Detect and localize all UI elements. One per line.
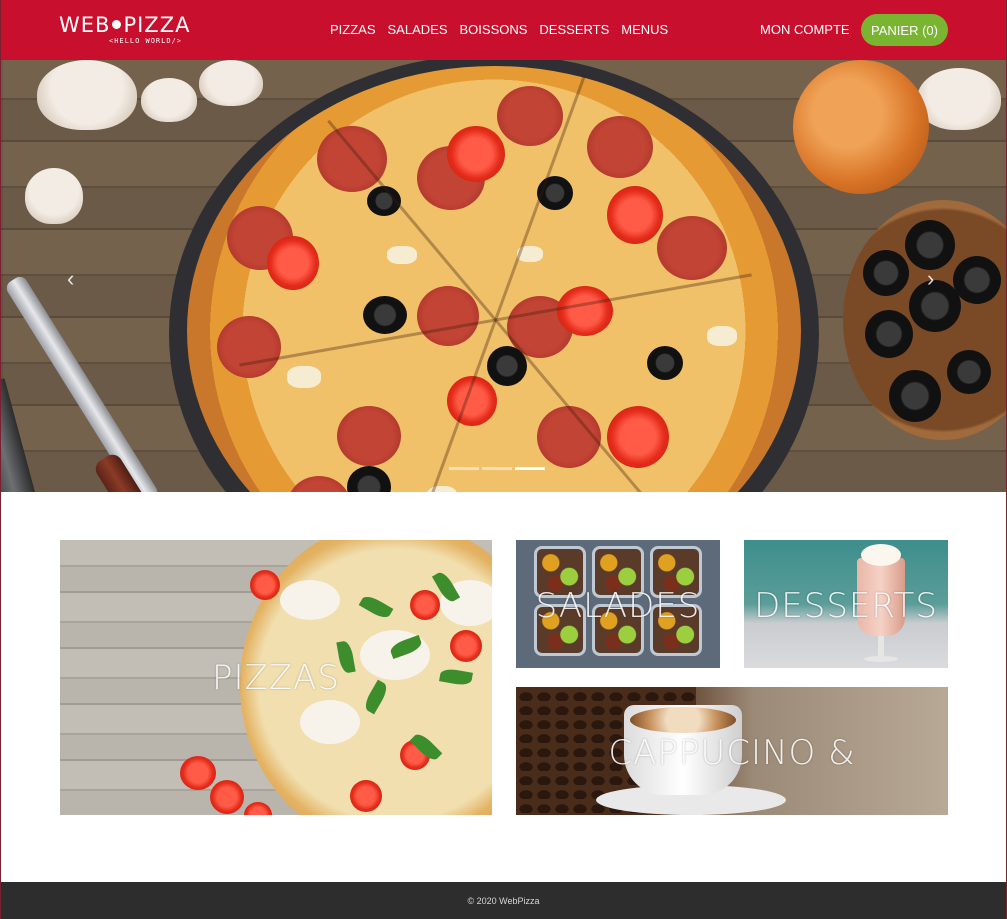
logo-wordmark: WEB PIZZA [59,13,191,37]
category-tile-desserts[interactable]: DESSERTS [744,540,948,668]
category-label-desserts: DESSERTS [754,586,938,626]
logo-tagline: <HELLO WORLD/> [109,37,183,45]
olive-bowl-image [843,200,1006,440]
logo-dot-icon [112,20,122,29]
hero-carousel: ‹ › [1,60,1006,492]
knife-image [1,378,57,492]
nav-item-salades[interactable]: SALADES [388,22,448,37]
logo[interactable]: WEB PIZZA <HELLO WORLD/> [59,13,199,47]
carousel-indicator[interactable] [482,467,512,470]
chevron-left-icon[interactable]: ‹ [67,266,74,292]
mushroom-image [199,60,263,106]
nav-item-menus[interactable]: MENUS [621,22,668,37]
mushroom-image [37,60,137,130]
carousel-indicators [449,467,545,470]
nav-item-desserts[interactable]: DESSERTS [539,22,609,37]
onion-image [793,60,929,194]
category-tile-pizzas[interactable]: PIZZAS [60,540,492,815]
cart-button[interactable]: PANIER (0) [861,14,948,46]
category-label-pizzas: PIZZAS [212,658,340,698]
account-link[interactable]: MON COMPTE [760,22,850,37]
site-header: WEB PIZZA <HELLO WORLD/> PIZZAS SALADES B… [1,0,1006,60]
chevron-right-icon[interactable]: › [927,266,934,292]
category-tile-salades[interactable]: SALADES [516,540,720,668]
mushroom-image [917,68,1001,130]
mushroom-image [25,168,83,224]
category-label-cappucino: CAPPUCINO & [608,733,856,773]
category-tile-cappucino[interactable]: CAPPUCINO & [516,687,948,815]
nav-item-boissons[interactable]: BOISSONS [460,22,528,37]
fork-image [3,273,161,492]
main-nav: PIZZAS SALADES BOISSONS DESSERTS MENUS [330,22,668,37]
nav-item-pizzas[interactable]: PIZZAS [330,22,376,37]
site-footer: © 2020 WebPizza [1,882,1006,919]
carousel-indicator-active[interactable] [515,467,545,470]
copyright-text: © 2020 WebPizza [467,895,540,906]
mushroom-image [141,78,197,122]
carousel-indicator[interactable] [449,467,479,470]
category-label-salades: SALADES [535,586,701,626]
